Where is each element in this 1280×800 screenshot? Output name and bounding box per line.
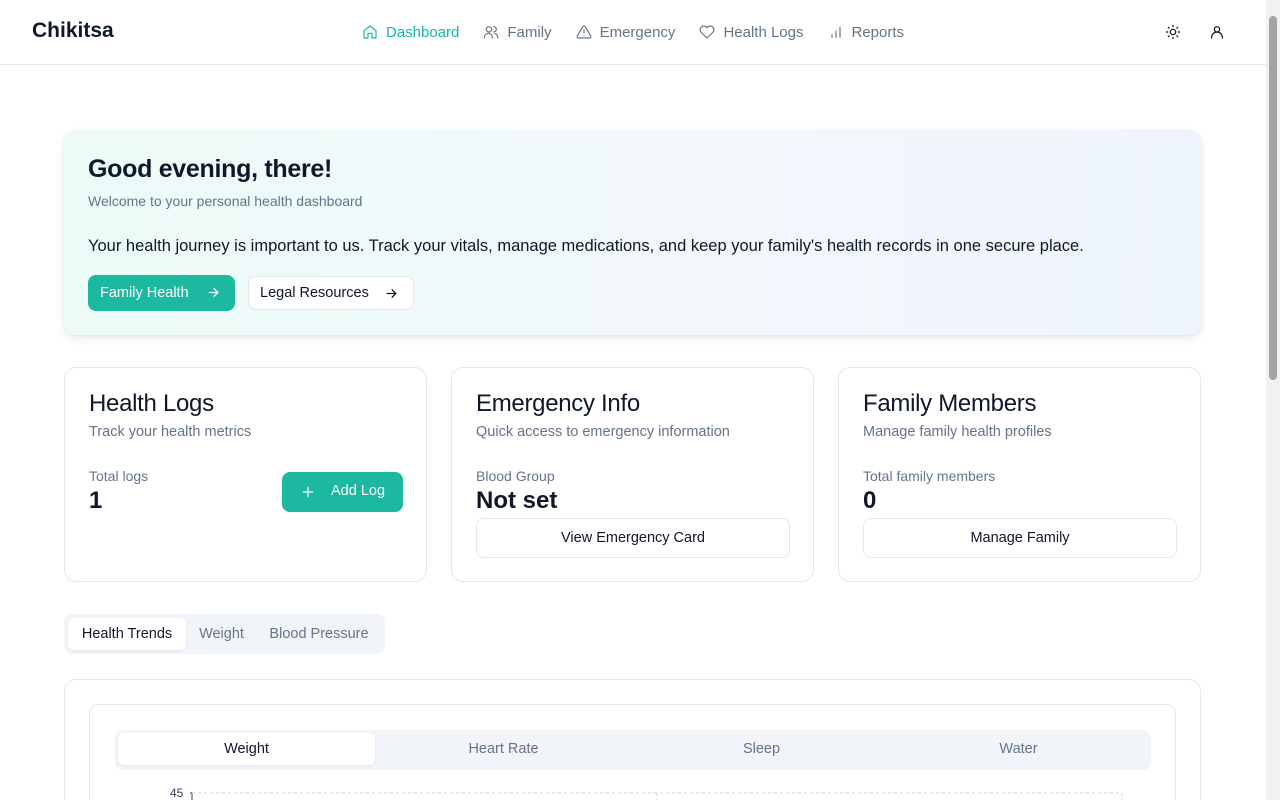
health-logs-card: Health Logs Track your health metrics To… [64,367,427,582]
theme-toggle-button[interactable] [1163,22,1183,42]
tab-blood-pressure[interactable]: Blood Pressure [257,618,381,650]
nav-dashboard[interactable]: Dashboard [362,20,459,44]
add-log-label: Add Log [331,483,386,499]
y-tick-label: 45 [170,786,184,800]
trends-tabs: Health Trends Weight Blood Pressure [64,614,385,654]
segment-weight[interactable]: Weight [118,733,375,765]
nav-emergency-label: Emergency [599,23,676,41]
card-title: Emergency Info [476,390,640,417]
card-subtitle: Track your health metrics [89,424,252,440]
nav-health-logs-label: Health Logs [723,23,804,41]
card-title: Family Members [863,390,1037,417]
card-title: Health Logs [89,390,214,417]
sun-icon [1165,24,1181,40]
legal-resources-button[interactable]: Legal Resources [248,276,414,310]
emergency-info-card: Emergency Info Quick access to emergency… [451,367,814,582]
segment-sleep[interactable]: Sleep [633,733,890,765]
card-subtitle: Manage family health profiles [863,424,1052,440]
family-health-label: Family Health [100,285,189,301]
heart-icon [699,25,715,39]
nav-reports-label: Reports [851,23,905,41]
tab-weight[interactable]: Weight [188,618,255,650]
greeting-title: Good evening, there! [88,155,333,183]
alert-triangle-icon [576,25,592,39]
home-icon [363,25,377,39]
card-subtitle: Quick access to emergency information [476,424,730,440]
add-log-button[interactable]: Add Log [282,472,403,512]
users-icon [484,26,499,39]
nav-health-logs[interactable]: Health Logs [699,20,804,44]
user-icon [1211,26,1223,39]
welcome-text: Your health journey is important to us. … [88,237,1084,255]
total-logs-label: Total logs [89,468,149,484]
plus-icon [300,484,316,500]
segment-heart-rate[interactable]: Heart Rate [375,733,632,765]
arrow-right-icon [206,285,221,300]
profile-button[interactable] [1207,22,1227,42]
blood-group-value: Not set [476,487,558,514]
scrollbar-thumb[interactable] [1269,16,1277,380]
top-navbar: Chikitsa Dashboard Family Emergency Heal… [0,0,1266,65]
health-trends-panel: Weight Heart Rate Sleep Water 45 [64,679,1201,800]
chart-card: Weight Heart Rate Sleep Water 45 [89,704,1176,800]
nav-reports[interactable]: Reports [828,20,905,44]
manage-family-button[interactable]: Manage Family [863,518,1177,558]
metric-segmented-control: Weight Heart Rate Sleep Water [115,730,1151,770]
view-emergency-card-button[interactable]: View Emergency Card [476,518,790,558]
main-nav: Dashboard Family Emergency Health Logs R… [362,20,928,44]
nav-dashboard-label: Dashboard [386,23,460,41]
family-health-button[interactable]: Family Health [88,275,235,311]
legal-resources-label: Legal Resources [260,285,369,301]
total-logs-value: 1 [89,487,103,514]
page-scrollbar[interactable] [1266,0,1280,800]
welcome-banner: Good evening, there! Welcome to your per… [64,130,1201,335]
arrow-right-icon [384,286,399,301]
brand-logo[interactable]: Chikitsa [32,19,114,43]
nav-emergency[interactable]: Emergency [576,20,676,44]
family-members-card: Family Members Manage family health prof… [838,367,1201,582]
segment-water[interactable]: Water [890,733,1147,765]
family-count-label: Total family members [863,468,996,484]
greeting-subtitle: Welcome to your personal health dashboar… [88,193,363,209]
nav-family[interactable]: Family [483,20,552,44]
bar-chart-icon [830,26,841,38]
blood-group-label: Blood Group [476,468,555,484]
nav-family-label: Family [507,23,552,41]
weight-chart [190,792,1123,800]
family-count-value: 0 [863,487,877,514]
tab-health-trends[interactable]: Health Trends [68,618,186,650]
